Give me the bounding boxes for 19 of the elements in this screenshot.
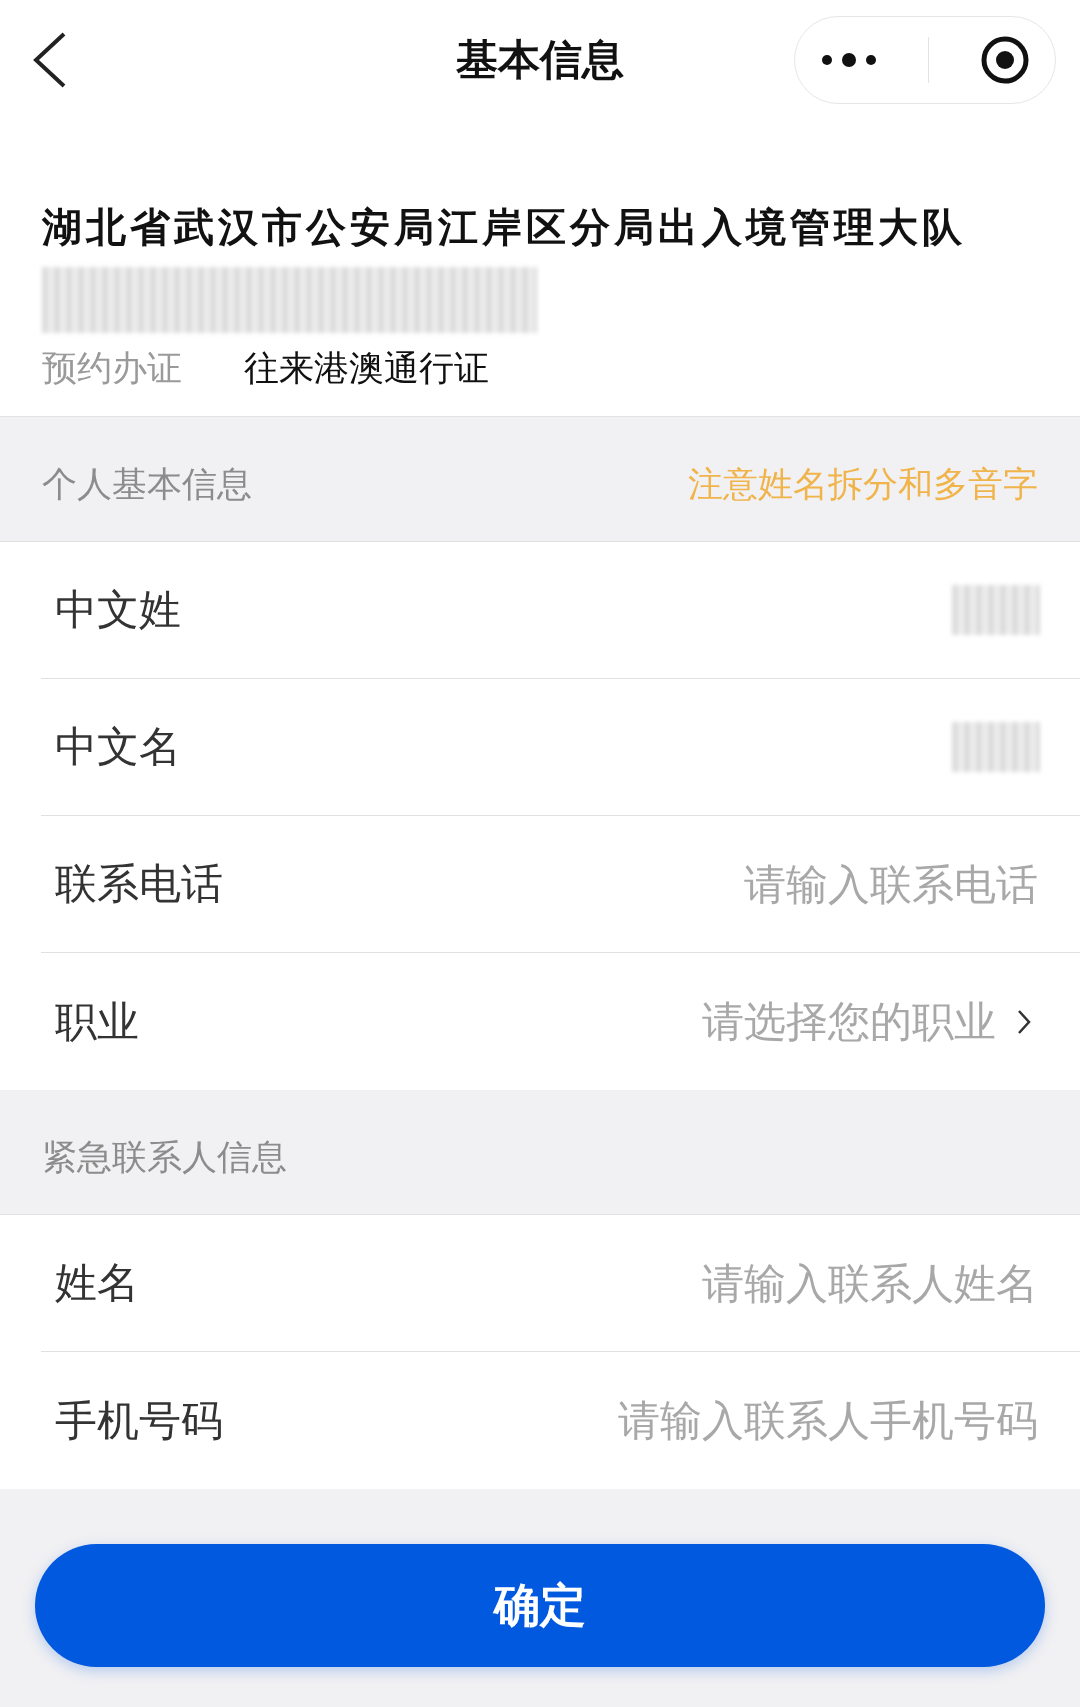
confirm-button[interactable]: 确定 [35, 1544, 1045, 1667]
page-title: 基本信息 [456, 34, 624, 86]
close-target-icon[interactable] [979, 35, 1030, 85]
service-label: 预约办证 [42, 347, 182, 390]
section-note: 注意姓名拆分和多音字 [688, 462, 1038, 506]
field-label: 联系电话 [54, 858, 223, 910]
field-label: 手机号码 [54, 1394, 223, 1447]
input-field[interactable]: 请输入联系电话 [420, 858, 1040, 910]
section-title: 个人基本信息 [42, 462, 252, 506]
field-label: 职业 [54, 995, 139, 1048]
office-name: 湖北省武汉市公安局江岸区分局出入境管理大队 [42, 203, 967, 252]
input-field[interactable]: 请输入联系人姓名 [420, 1257, 1040, 1309]
service-value: 往来港澳通行证 [244, 347, 489, 390]
field-label: 中文名 [54, 721, 181, 773]
more-icon[interactable] [820, 52, 877, 68]
input-field[interactable]: 请输入联系人手机号码 [420, 1395, 1040, 1446]
section-title: 紧急联系人信息 [42, 1135, 287, 1179]
field-label: 姓名 [54, 1257, 139, 1309]
field-label: 中文姓 [54, 584, 181, 636]
